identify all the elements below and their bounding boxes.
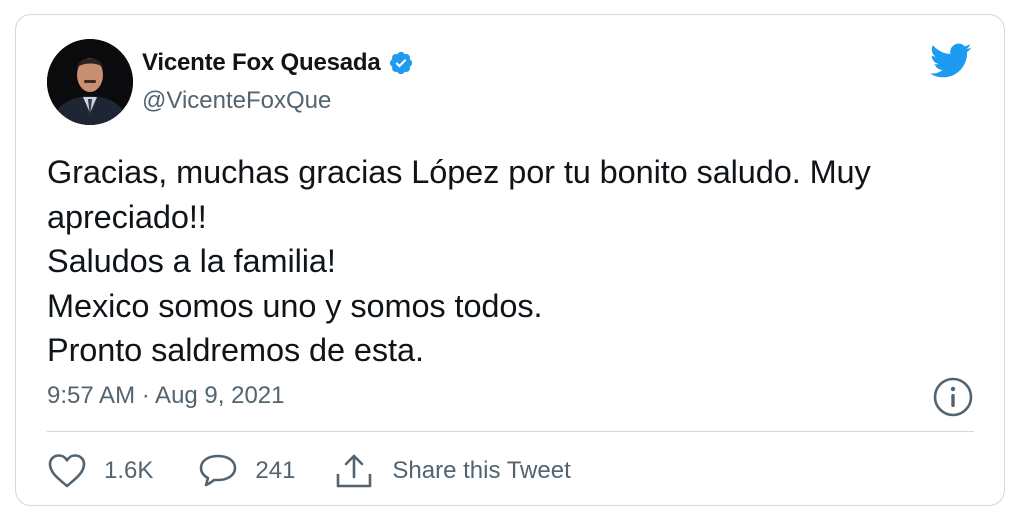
- action-bar: 1.6K 241 Share this Tweet: [47, 448, 571, 494]
- like-count: 1.6K: [104, 457, 154, 484]
- verified-badge-icon: [388, 50, 414, 76]
- tweet-text-line: Saludos a la familia!: [47, 243, 336, 279]
- tweet-text: Gracias, muchas gracias López por tu bon…: [47, 150, 977, 373]
- reply-count: 241: [255, 457, 296, 484]
- share-button[interactable]: Share this Tweet: [335, 452, 571, 490]
- avatar[interactable]: [47, 39, 133, 125]
- divider: [47, 431, 974, 432]
- profile-photo: [47, 39, 133, 125]
- display-name[interactable]: Vicente Fox Quesada: [142, 49, 381, 77]
- twitter-bird-icon[interactable]: [930, 43, 972, 79]
- tweet-text-line: Mexico somos uno y somos todos.: [47, 287, 543, 324]
- tweet-card: Vicente Fox Quesada @VicenteFoxQue Graci…: [15, 14, 1005, 506]
- tweet-text-line: Gracias, muchas gracias López por tu bon…: [47, 154, 871, 190]
- heart-icon: [47, 453, 87, 489]
- reply-bubble-icon: [198, 453, 238, 489]
- info-icon[interactable]: [932, 376, 974, 418]
- tweet-text-line: apreciado!!: [47, 198, 207, 235]
- reply-button[interactable]: 241: [198, 453, 295, 489]
- share-icon: [335, 452, 373, 490]
- share-label: Share this Tweet: [392, 457, 571, 484]
- user-handle[interactable]: @VicenteFoxQue: [142, 87, 331, 115]
- like-button[interactable]: 1.6K: [47, 453, 153, 489]
- tweet-timestamp[interactable]: 9:57 AM · Aug 9, 2021: [47, 382, 285, 410]
- name-row: Vicente Fox Quesada: [142, 49, 414, 77]
- tweet-text-line: Pronto saldremos de esta.: [47, 332, 424, 368]
